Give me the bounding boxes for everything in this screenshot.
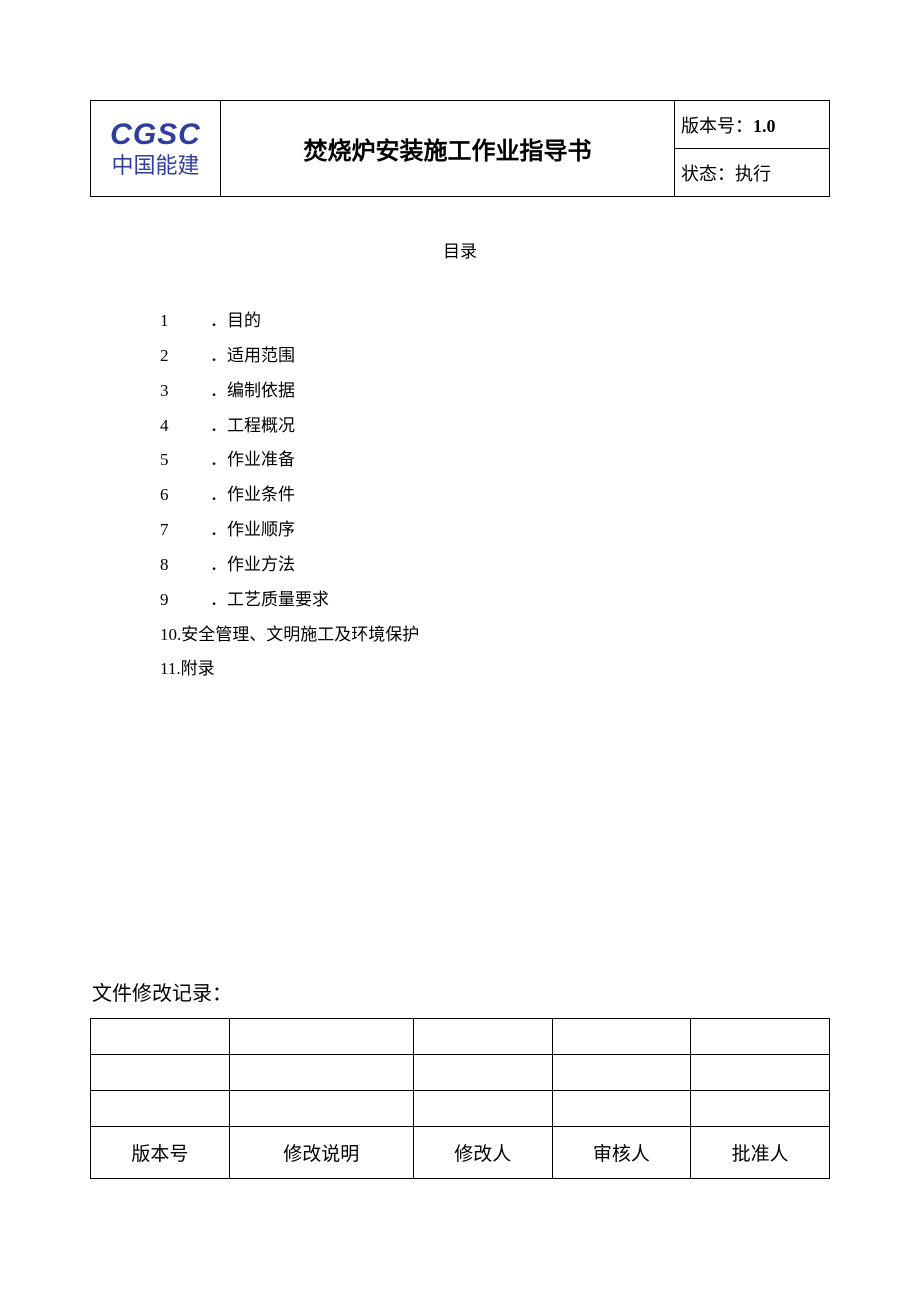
toc-num: 9 [160,583,210,618]
toc-label: ．适用范围 [210,346,295,365]
toc-item: 8．作业方法 [160,548,830,583]
toc-label: ．作业准备 [210,450,295,469]
toc-item: 9．工艺质量要求 [160,583,830,618]
toc-heading: 目录 [90,237,830,262]
toc-label: ．作业条件 [210,485,295,504]
revision-label: 文件修改记录： [92,977,830,1006]
toc-item: 5．作业准备 [160,443,830,478]
toc-label: ．工艺质量要求 [210,590,329,609]
toc-num: 1 [160,304,210,339]
toc-num: 5 [160,443,210,478]
toc-item: 11.附录 [160,652,830,687]
table-row [91,1091,830,1127]
toc-label: ．目的 [210,311,261,330]
logo-cell: CGSC 中国能建 [91,101,221,197]
toc-num: 7 [160,513,210,548]
toc-item: 6．作业条件 [160,478,830,513]
logo-cn: 中国能建 [97,153,214,179]
document-page: CGSC 中国能建 焚烧炉安装施工作业指导书 版本号：1.0 状态：执行 目录 … [90,100,830,1179]
toc-label: ．作业顺序 [210,520,295,539]
col-approver: 批准人 [691,1127,830,1179]
col-desc: 修改说明 [229,1127,413,1179]
col-version: 版本号 [91,1127,230,1179]
toc-num: 2 [160,339,210,374]
toc-label: ．工程概况 [210,416,295,435]
header-table: CGSC 中国能建 焚烧炉安装施工作业指导书 版本号：1.0 状态：执行 [90,100,830,197]
table-row [91,1019,830,1055]
version-cell: 版本号：1.0 [675,101,830,149]
col-modifier: 修改人 [413,1127,552,1179]
toc-item: 10.安全管理、文明施工及环境保护 [160,618,830,653]
table-row [91,1055,830,1091]
status-value: 执行 [735,164,771,184]
toc-item: 3．编制依据 [160,374,830,409]
toc-num: 4 [160,409,210,444]
status-label: 状态： [681,164,735,184]
version-value: 1.0 [753,116,776,136]
document-title: 焚烧炉安装施工作业指导书 [221,101,675,197]
toc-item: 1．目的 [160,304,830,339]
toc-num: 3 [160,374,210,409]
toc-label: ．编制依据 [210,381,295,400]
logo-en: CGSC [97,118,214,151]
version-label: 版本号： [681,116,753,136]
table-header-row: 版本号 修改说明 修改人 审核人 批准人 [91,1127,830,1179]
toc-item: 4．工程概况 [160,409,830,444]
revision-table: 版本号 修改说明 修改人 审核人 批准人 [90,1018,830,1179]
toc-label: ．作业方法 [210,555,295,574]
toc-item: 7．作业顺序 [160,513,830,548]
status-cell: 状态：执行 [675,149,830,197]
col-reviewer: 审核人 [552,1127,691,1179]
toc-item: 2．适用范围 [160,339,830,374]
toc-num: 6 [160,478,210,513]
toc-num: 8 [160,548,210,583]
toc-list: 1．目的 2．适用范围 3．编制依据 4．工程概况 5．作业准备 6．作业条件 … [160,304,830,687]
